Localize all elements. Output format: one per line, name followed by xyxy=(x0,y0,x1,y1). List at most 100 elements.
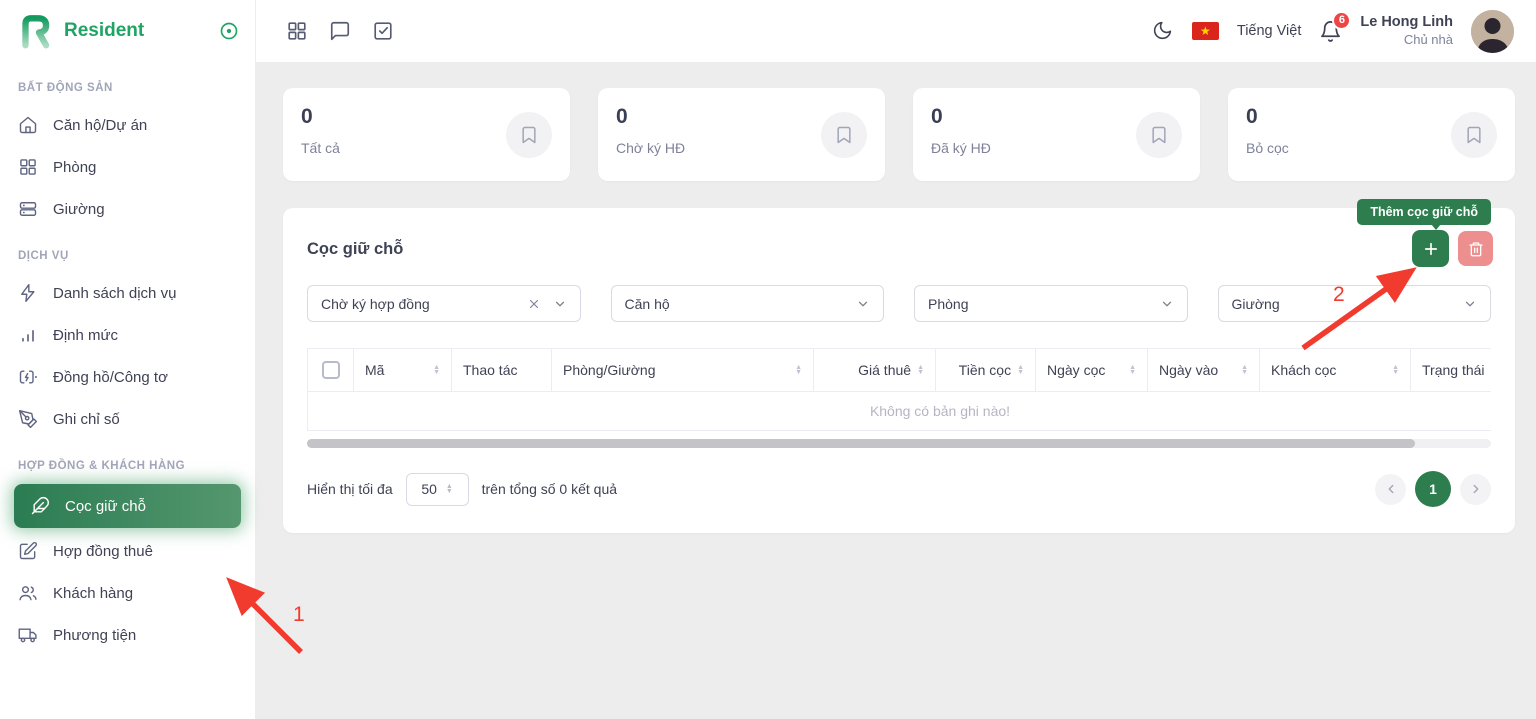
truck-icon xyxy=(18,625,38,645)
bookmark-icon[interactable] xyxy=(821,112,867,158)
stat-card-bo-coc: 0 Bỏ cọc xyxy=(1228,88,1515,181)
stat-value: 0 xyxy=(616,105,685,129)
section-label-contracts: HỢP ĐỒNG & KHÁCH HÀNG xyxy=(0,440,255,482)
column-header-ngay-vao[interactable]: Ngày vào▲▼ xyxy=(1148,349,1260,392)
stat-label: Bỏ cọc xyxy=(1246,140,1289,156)
sidebar-item-coc-giu-cho[interactable]: Cọc giữ chỗ xyxy=(14,484,241,528)
prev-page-button[interactable] xyxy=(1375,474,1406,505)
section-label-real-estate: BẤT ĐỘNG SẢN xyxy=(0,62,255,104)
rows-icon xyxy=(18,199,38,219)
deposits-panel: Thêm cọc giữ chỗ Cọc giữ chỗ xyxy=(283,208,1515,533)
zap-icon xyxy=(18,283,38,303)
stat-value: 0 xyxy=(1246,105,1289,129)
column-header-khach-coc[interactable]: Khách cọc▲▼ xyxy=(1260,349,1411,392)
column-header-phong-giuong[interactable]: Phòng/Giường▲▼ xyxy=(552,349,814,392)
sidebar-item-phuong-tien[interactable]: Phương tiện xyxy=(0,614,255,656)
bookmark-icon[interactable] xyxy=(1451,112,1497,158)
column-header-thao-tac[interactable]: Thao tác xyxy=(452,349,552,392)
chevron-down-icon xyxy=(1463,297,1477,311)
clear-filter-icon[interactable] xyxy=(527,297,541,311)
user-role: Chủ nhà xyxy=(1360,32,1453,49)
delete-deposit-button[interactable] xyxy=(1458,231,1493,266)
topbar-right: ★ Tiếng Việt 6 Le Hong Linh Chủ nhà xyxy=(1152,10,1514,53)
scrollbar-thumb[interactable] xyxy=(307,439,1415,448)
sort-icon: ▲▼ xyxy=(911,365,924,376)
sidebar: Resident BẤT ĐỘNG SẢN Căn hộ/Dự án P xyxy=(0,0,256,719)
chat-icon[interactable] xyxy=(329,20,351,42)
add-deposit-button[interactable] xyxy=(1412,230,1449,267)
sidebar-item-label: Ghi chỉ số xyxy=(53,411,120,428)
sidebar-item-dong-ho-cong-to[interactable]: Đồng hồ/Công tơ xyxy=(0,356,255,398)
user-menu[interactable]: Le Hong Linh Chủ nhà xyxy=(1360,13,1453,49)
sort-icon: ▲▼ xyxy=(1235,365,1248,376)
user-name: Le Hong Linh xyxy=(1360,13,1453,32)
stat-label: Tất cả xyxy=(301,140,340,156)
notification-badge: 6 xyxy=(1332,11,1351,30)
sidebar-item-label: Định mức xyxy=(53,327,118,344)
filters-row: Chờ ký hợp đồng Căn hộ xyxy=(307,285,1491,322)
sidebar-item-label: Khách hàng xyxy=(53,585,133,602)
apartment-filter-select[interactable]: Căn hộ xyxy=(611,285,885,322)
sidebar-item-dinh-muc[interactable]: Định mức xyxy=(0,314,255,356)
deposits-table: Mã▲▼ Thao tác Phòng/Giường▲▼ Giá thuê▲▼ … xyxy=(307,348,1491,431)
room-filter-select[interactable]: Phòng xyxy=(914,285,1188,322)
filter-value: Phòng xyxy=(928,296,968,312)
app-window: Resident BẤT ĐỘNG SẢN Căn hộ/Dự án P xyxy=(0,0,1536,719)
column-header-tien-coc[interactable]: Tiền cọc▲▼ xyxy=(936,349,1036,392)
panel-actions xyxy=(1412,230,1493,267)
section-label-services: DỊCH VỤ xyxy=(0,230,255,272)
per-page-select[interactable]: 50 ▲▼ xyxy=(406,473,469,506)
sidebar-collapse-icon[interactable] xyxy=(219,21,239,41)
table-header-row: Mã▲▼ Thao tác Phòng/Giường▲▼ Giá thuê▲▼ … xyxy=(308,349,1492,392)
apps-icon[interactable] xyxy=(286,20,308,42)
stat-cards-row: 0 Tất cả 0 Chờ ký HĐ xyxy=(283,88,1515,181)
column-header-ma[interactable]: Mã▲▼ xyxy=(354,349,452,392)
total-results-text: trên tổng số 0 kết quả xyxy=(482,481,617,497)
sidebar-item-khach-hang[interactable]: Khách hàng xyxy=(0,572,255,614)
brand-name: Resident xyxy=(64,20,209,42)
check-square-icon[interactable] xyxy=(372,20,394,42)
sidebar-item-hop-dong-thue[interactable]: Hợp đồng thuê xyxy=(0,530,255,572)
add-deposit-tooltip: Thêm cọc giữ chỗ xyxy=(1357,199,1491,225)
bookmark-icon[interactable] xyxy=(506,112,552,158)
sidebar-item-ghi-chi-so[interactable]: Ghi chỉ số xyxy=(0,398,255,440)
sidebar-item-can-ho-du-an[interactable]: Căn hộ/Dự án xyxy=(0,104,255,146)
content-area: 0 Tất cả 0 Chờ ký HĐ xyxy=(256,62,1536,719)
user-avatar[interactable] xyxy=(1471,10,1514,53)
status-filter-select[interactable]: Chờ ký hợp đồng xyxy=(307,285,581,322)
empty-message: Không có bản ghi nào! xyxy=(308,392,1492,431)
pager: 1 xyxy=(1375,471,1491,507)
stat-card-tat-ca: 0 Tất cả xyxy=(283,88,570,181)
dark-mode-icon[interactable] xyxy=(1152,20,1174,42)
sidebar-item-label: Cọc giữ chỗ xyxy=(65,498,146,515)
chevron-down-icon xyxy=(1160,297,1174,311)
column-header-gia-thue[interactable]: Giá thuê▲▼ xyxy=(814,349,936,392)
select-all-checkbox[interactable] xyxy=(322,361,340,379)
bookmark-icon[interactable] xyxy=(1136,112,1182,158)
grid-icon xyxy=(18,157,38,177)
language-selector[interactable]: Tiếng Việt xyxy=(1237,23,1302,39)
sidebar-item-giuong[interactable]: Giường xyxy=(0,188,255,230)
home-icon xyxy=(18,115,38,135)
horizontal-scrollbar[interactable] xyxy=(307,439,1491,448)
sidebar-item-danh-sach-dich-vu[interactable]: Danh sách dịch vụ xyxy=(0,272,255,314)
stat-label: Chờ ký HĐ xyxy=(616,140,685,156)
vietnam-flag-icon[interactable]: ★ xyxy=(1192,22,1219,40)
stat-value: 0 xyxy=(301,105,340,129)
current-page-button[interactable]: 1 xyxy=(1415,471,1451,507)
users-icon xyxy=(18,583,38,603)
stat-label: Đã ký HĐ xyxy=(931,140,991,156)
sidebar-item-label: Phòng xyxy=(53,159,96,176)
next-page-button[interactable] xyxy=(1460,474,1491,505)
notifications-bell-icon[interactable]: 6 xyxy=(1319,20,1342,43)
chevron-down-icon xyxy=(553,297,567,311)
filter-value: Chờ ký hợp đồng xyxy=(321,296,430,312)
sidebar-item-label: Giường xyxy=(53,201,105,218)
column-header-trang-thai[interactable]: Trạng thái xyxy=(1411,349,1492,392)
column-header-ngay-coc[interactable]: Ngày cọc▲▼ xyxy=(1036,349,1148,392)
sidebar-item-phong[interactable]: Phòng xyxy=(0,146,255,188)
meter-icon xyxy=(18,367,38,387)
select-all-cell xyxy=(308,349,354,392)
stat-card-cho-ky-hd: 0 Chờ ký HĐ xyxy=(598,88,885,181)
bed-filter-select[interactable]: Giường xyxy=(1218,285,1492,322)
